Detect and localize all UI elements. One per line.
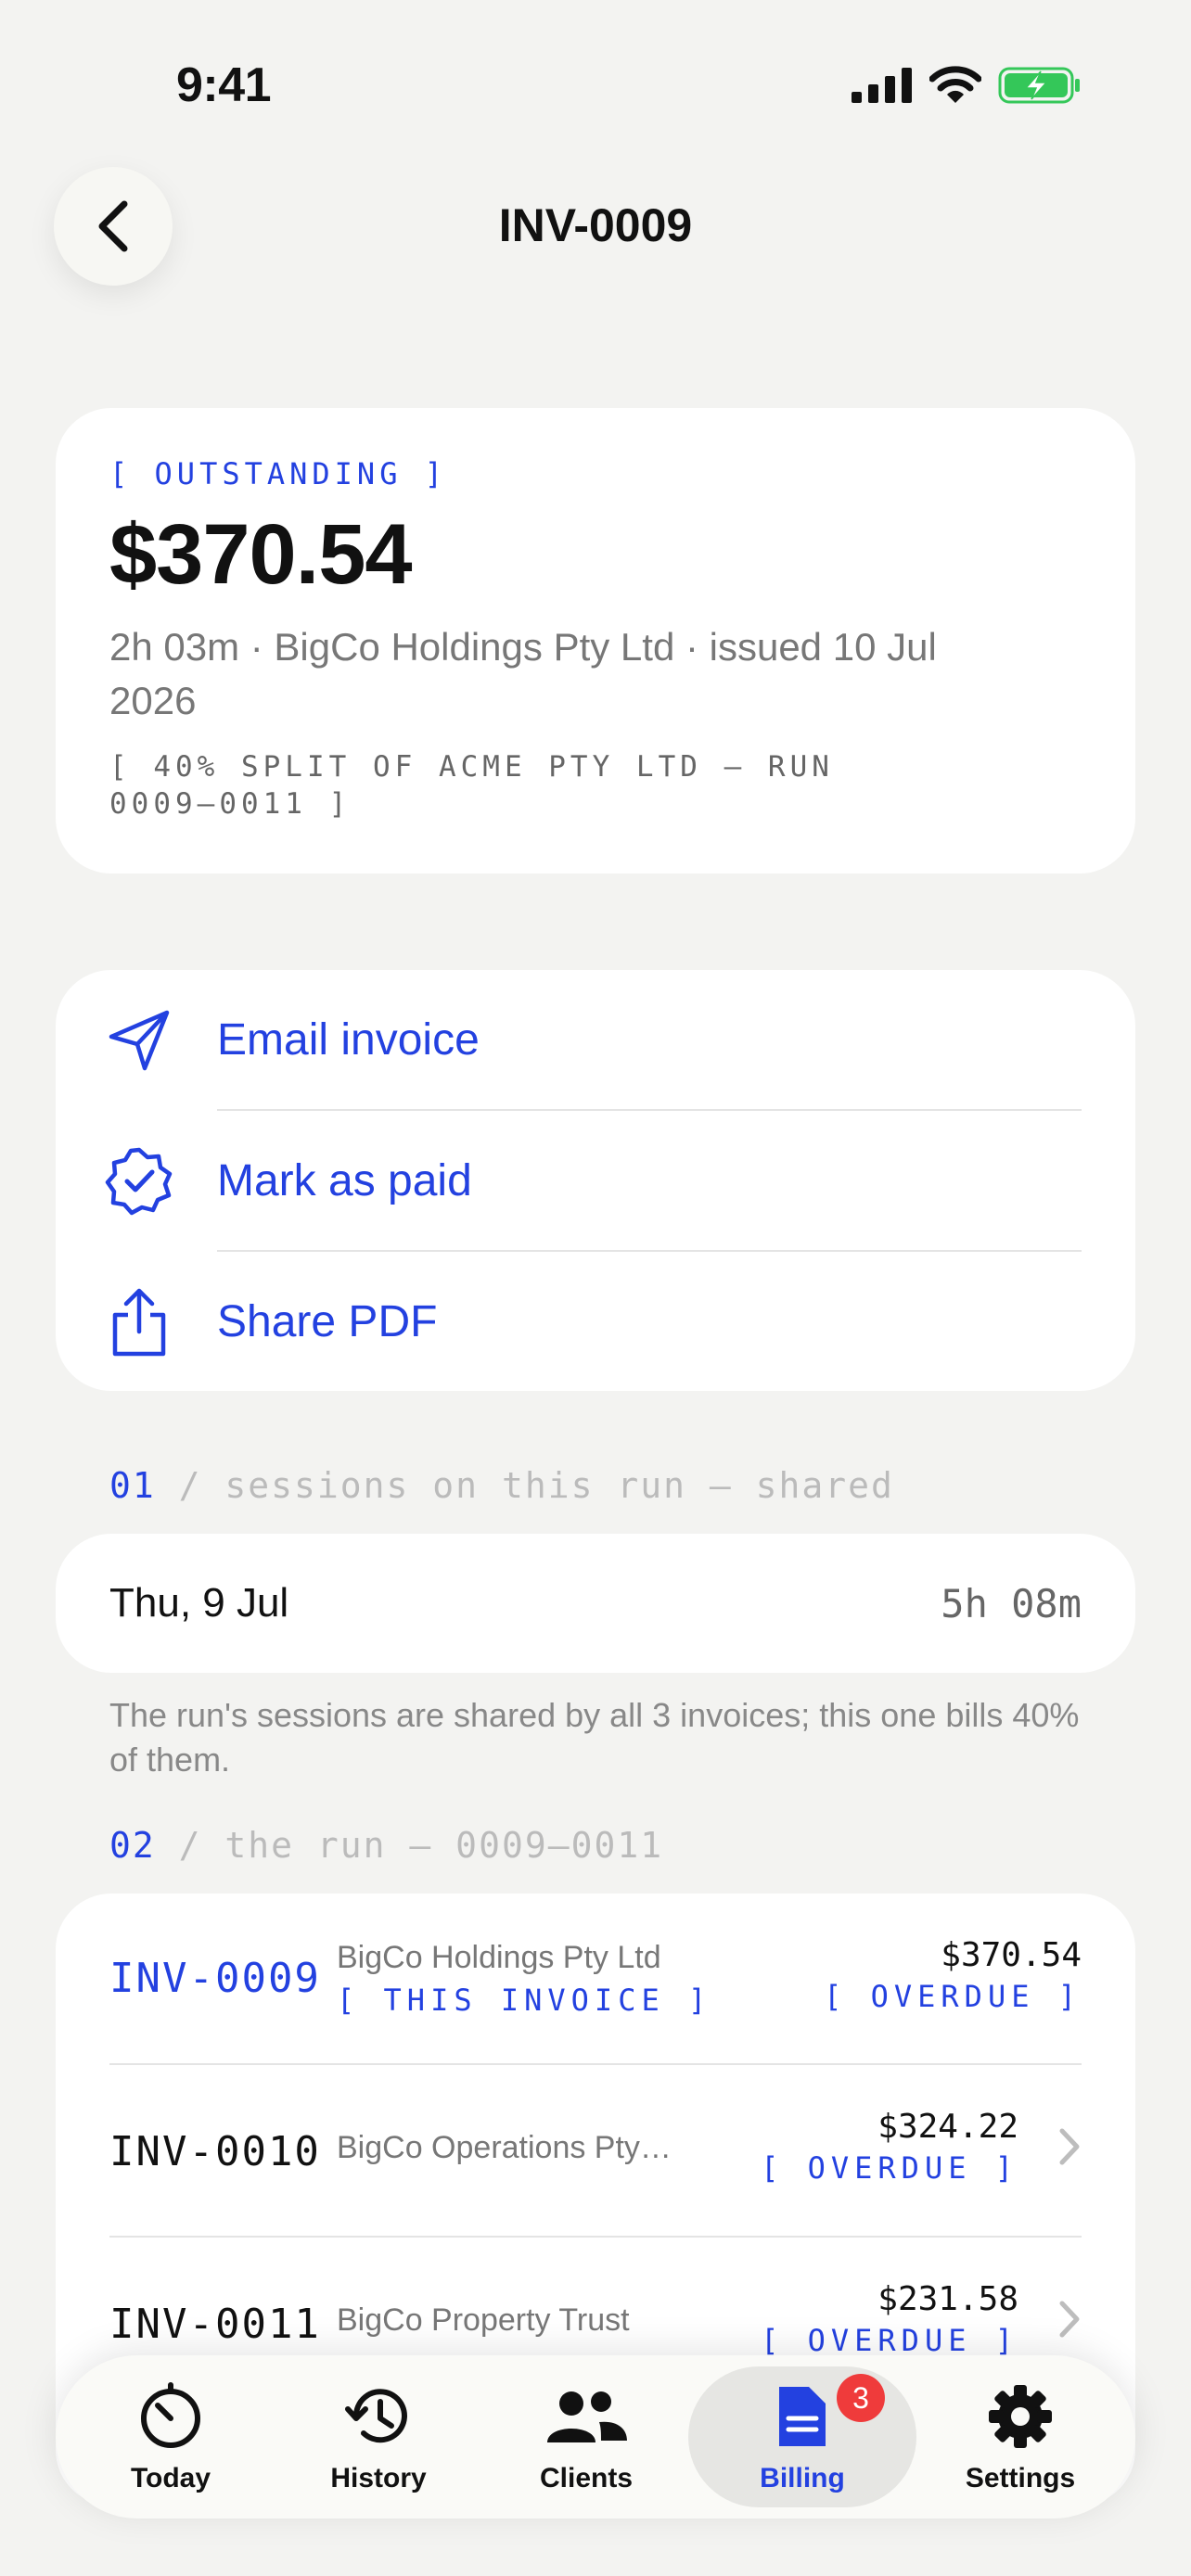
- tab-clients[interactable]: Clients: [479, 2355, 694, 2519]
- timer-icon: [141, 2382, 200, 2448]
- invoice-amount: $324.22: [877, 2108, 1018, 2146]
- signal-icon: [852, 68, 912, 103]
- mark-as-paid-button[interactable]: Mark as paid: [56, 1111, 1135, 1251]
- tab-settings[interactable]: Settings: [913, 2355, 1128, 2519]
- status-time: 9:41: [176, 58, 272, 112]
- status-badge: [ OVERDUE ]: [761, 2323, 1018, 2358]
- people-icon: [547, 2391, 627, 2442]
- session-note: The run's sessions are shared by all 3 i…: [109, 1696, 1080, 1779]
- section-number: 02: [109, 1825, 156, 1866]
- invoice-id: INV-0011: [109, 2301, 321, 2348]
- this-invoice-tag: [ THIS INVOICE ]: [337, 1983, 712, 2018]
- invoice-client: BigCo Operations Pty…: [337, 2130, 672, 2165]
- notification-badge: 3: [837, 2374, 885, 2422]
- status-bar: 9:41: [0, 0, 1191, 176]
- invoice-amount: $370.54: [941, 1936, 1082, 1974]
- share-pdf-button[interactable]: Share PDF: [56, 1252, 1135, 1392]
- split-note: [ 40% SPLIT OF ACME PTY LTD — RUN 0009–0…: [109, 750, 834, 821]
- section-title: the run — 0009–0011: [224, 1825, 664, 1866]
- history-icon: [345, 2389, 407, 2443]
- session-row: Thu, 9 Jul 5h 08m: [56, 1534, 1135, 1673]
- page-title: INV-0009: [498, 199, 693, 251]
- status-badge: [ OUTSTANDING ]: [109, 456, 447, 491]
- tab-label: Clients: [539, 2463, 634, 2493]
- verified-badge-icon: [105, 1147, 173, 1216]
- tab-label: Billing: [760, 2463, 845, 2493]
- section-separator: /: [155, 1465, 225, 1506]
- run-section-header: 02 / the run — 0009–0011: [109, 1825, 663, 1866]
- gear-icon: [989, 2385, 1052, 2448]
- share-icon: [112, 1288, 166, 1357]
- status-badge: [ OVERDUE ]: [761, 2150, 1018, 2186]
- chevron-right-icon: [1059, 2128, 1080, 2165]
- session-duration: 5h 08m: [941, 1580, 1082, 1626]
- status-badge: [ OVERDUE ]: [824, 1979, 1082, 2014]
- invoice-amount: $231.58: [877, 2280, 1018, 2318]
- invoice-summary-card: [ OUTSTANDING ] $370.54 2h 03m · BigCo H…: [56, 408, 1135, 874]
- section-number: 01: [109, 1465, 156, 1506]
- invoice-row[interactable]: INV-0010 BigCo Operations Pty… $324.22 […: [56, 2065, 1135, 2237]
- battery-charging-icon: [998, 67, 1080, 104]
- invoice-amount: $370.54: [109, 507, 413, 602]
- session-date: Thu, 9 Jul: [109, 1580, 289, 1626]
- chevron-right-icon: [1059, 2301, 1080, 2338]
- share-pdf-label: Share PDF: [217, 1297, 438, 1346]
- tab-today[interactable]: Today: [63, 2355, 278, 2519]
- tab-label: Today: [130, 2463, 211, 2493]
- section-separator: /: [155, 1825, 225, 1866]
- email-invoice-label: Email invoice: [217, 1015, 480, 1065]
- invoice-client: BigCo Property Trust: [337, 2302, 630, 2338]
- document-icon: [779, 2387, 826, 2446]
- sessions-section-header: 01 / sessions on this run — shared: [109, 1465, 894, 1506]
- invoice-id: INV-0010: [109, 2128, 321, 2175]
- tab-billing[interactable]: 3 Billing: [688, 2355, 916, 2519]
- status-icons: [852, 65, 1082, 106]
- invoice-id: INV-0009: [109, 1955, 321, 2002]
- invoice-detail-screen: 9:41 INV-0009 [OUTSTANDING] $370.54 2h…: [0, 0, 1191, 2576]
- invoice-client: BigCo Holdings Pty Ltd: [337, 1940, 661, 1975]
- tab-bar: Today History Clients 3 Billing Settings: [56, 2355, 1135, 2519]
- invoice-row-current: INV-0009 BigCo Holdings Pty Ltd [ THIS I…: [56, 1894, 1135, 2065]
- email-invoice-button[interactable]: Email invoice: [56, 970, 1135, 1110]
- actions-card: Email invoice Mark as paid Share PDF: [56, 970, 1135, 1391]
- tab-label: Settings: [965, 2463, 1076, 2493]
- wifi-icon: [929, 66, 981, 103]
- invoice-meta: 2h 03m · BigCo Holdings Pty Ltd · issued…: [109, 625, 937, 722]
- send-icon: [109, 1010, 170, 1071]
- tab-label: History: [330, 2463, 427, 2493]
- section-title: sessions on this run — shared: [224, 1465, 894, 1506]
- tab-history[interactable]: History: [271, 2355, 486, 2519]
- mark-as-paid-label: Mark as paid: [217, 1156, 472, 1205]
